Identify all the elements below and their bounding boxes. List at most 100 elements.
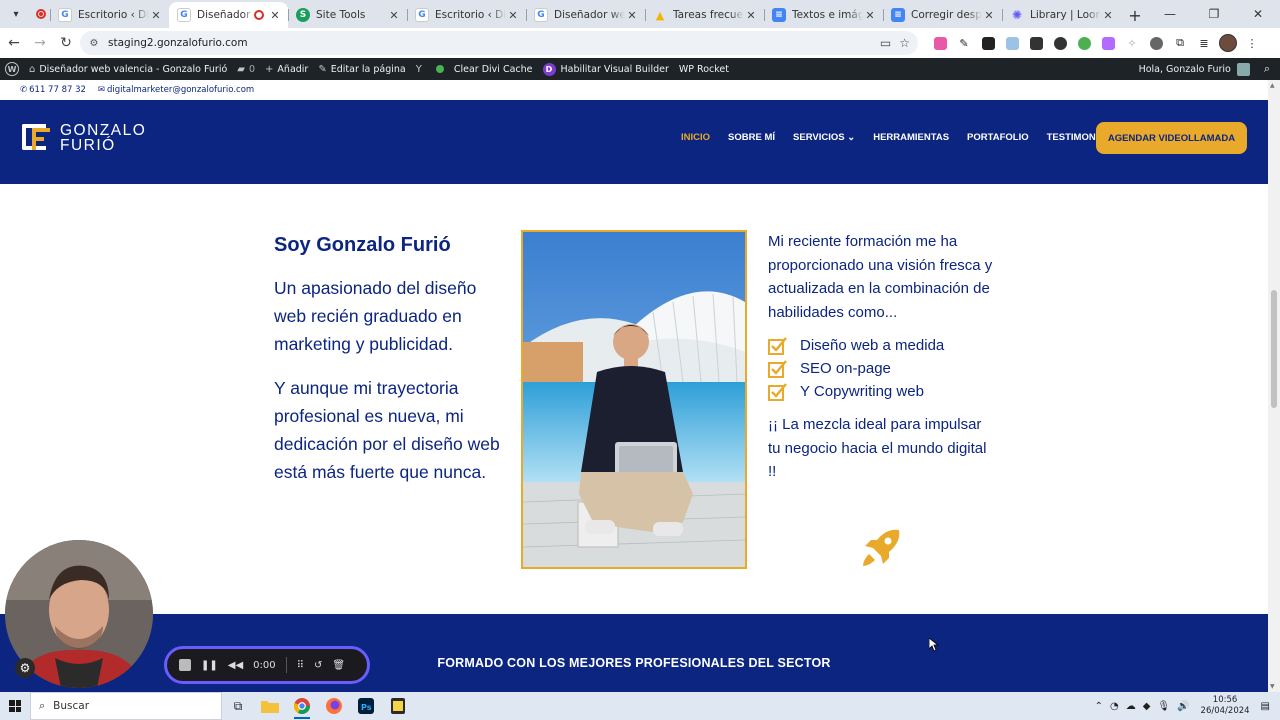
- tab-close-icon[interactable]: ✕: [1101, 9, 1115, 22]
- k-extension-icon[interactable]: [1050, 33, 1070, 53]
- add-new-link[interactable]: + Añadir: [265, 64, 308, 75]
- browser-tab[interactable]: ▲ Tareas frecuentes - Google ✕: [645, 2, 764, 28]
- feather-extension-icon[interactable]: ✧: [1122, 33, 1142, 53]
- nav-item-portafolio[interactable]: PORTAFOLIO: [967, 132, 1029, 143]
- firefox-taskbar-icon[interactable]: [318, 692, 350, 720]
- screen-extension-icon[interactable]: [1002, 33, 1022, 53]
- browser-tab[interactable]: G Escritorio ‹ Diseñador web ✕: [407, 2, 526, 28]
- grid-extension-icon[interactable]: [1146, 33, 1166, 53]
- browser-tab[interactable]: G Escritorio ‹ Diseñador web ✕: [50, 2, 169, 28]
- stop-recording-icon[interactable]: [179, 659, 191, 671]
- browser-tab[interactable]: ✺ Library | Loom ✕: [1002, 2, 1121, 28]
- wp-rocket-link[interactable]: WP Rocket: [679, 64, 729, 75]
- comments-count: 0: [248, 63, 256, 75]
- phone-icon: ✆: [20, 85, 28, 95]
- m-extension-icon[interactable]: [1026, 33, 1046, 53]
- onedrive-icon[interactable]: ☁: [1126, 701, 1136, 712]
- nav-item-inicio[interactable]: INICIO: [681, 132, 710, 143]
- reading-list-icon[interactable]: ≣: [1194, 33, 1214, 53]
- close-window-icon[interactable]: ✕: [1236, 0, 1280, 28]
- puzzle-extensions-icon[interactable]: ⧉: [1170, 33, 1190, 53]
- drag-handle-icon[interactable]: ⠿: [297, 660, 304, 671]
- forward-arrow-icon[interactable]: →: [28, 31, 52, 55]
- admin-search-icon[interactable]: ⌕: [1264, 62, 1270, 76]
- nav-item-sobre-mi[interactable]: SOBRE MÍ: [728, 132, 775, 143]
- profile-avatar-icon[interactable]: [1218, 33, 1238, 53]
- nav-item-herramientas[interactable]: HERRAMIENTAS: [873, 132, 949, 143]
- checkbox-check-icon: [768, 336, 787, 355]
- tab-close-icon[interactable]: ✕: [149, 9, 163, 22]
- eyedropper-extension-icon[interactable]: ✎: [954, 33, 974, 53]
- restart-icon[interactable]: ↺: [314, 660, 322, 671]
- tab-close-icon[interactable]: ✕: [506, 9, 520, 22]
- back-arrow-icon[interactable]: ←: [2, 31, 26, 55]
- task-view-icon[interactable]: ⧉: [222, 692, 254, 720]
- tab-close-icon[interactable]: ✕: [744, 9, 758, 22]
- bookmark-star-icon[interactable]: ☆: [899, 36, 910, 50]
- restore-icon[interactable]: ❐: [1192, 0, 1236, 28]
- volume-icon[interactable]: 🔊: [1177, 701, 1189, 712]
- user-greeting[interactable]: Hola, Gonzalo Furio: [1139, 64, 1231, 75]
- tab-close-icon[interactable]: ✕: [982, 9, 996, 22]
- browser-tab[interactable]: S Site Tools ✕: [288, 2, 407, 28]
- rewind-icon[interactable]: ◀◀: [228, 660, 243, 671]
- page-scrollbar[interactable]: ▲ ▼: [1268, 80, 1280, 692]
- tab-close-icon[interactable]: ✕: [625, 9, 639, 22]
- colorful-extension-icon[interactable]: [1074, 33, 1094, 53]
- taskbar-search-box[interactable]: ⌕ Buscar: [30, 692, 222, 720]
- checkbox-check-icon: [768, 382, 787, 401]
- comments-link[interactable]: ▰ 0: [237, 64, 255, 75]
- tab-close-icon[interactable]: ✕: [387, 9, 401, 22]
- cast-icon[interactable]: ▭: [880, 36, 891, 50]
- file-explorer-icon[interactable]: [254, 692, 286, 720]
- browser-tab[interactable]: G Diseñador web valencia ✕: [526, 2, 645, 28]
- scroll-down-arrow-icon[interactable]: ▼: [1270, 683, 1275, 690]
- browser-tab[interactable]: ≡ Textos e imágenes de la web ✕: [764, 2, 883, 28]
- nav-item-servicios[interactable]: SERVICIOS ⌄: [793, 132, 855, 143]
- edit-page-link[interactable]: ✎ Editar la página: [318, 64, 405, 75]
- photoshop-taskbar-icon[interactable]: Ps: [350, 692, 382, 720]
- about-heading: Soy Gonzalo Furió: [274, 234, 451, 256]
- shield-tray-icon[interactable]: ◆: [1143, 701, 1151, 712]
- network-icon[interactable]: ◔: [1110, 701, 1119, 712]
- user-avatar[interactable]: [1236, 62, 1250, 76]
- site-name-link[interactable]: ⌂ Diseñador web valencia - Gonzalo Furió: [29, 64, 227, 75]
- notifications-icon[interactable]: ▤: [1261, 701, 1270, 712]
- clear-divi-cache-link[interactable]: Clear Divi Cache: [454, 64, 533, 75]
- site-settings-icon[interactable]: ⚙: [86, 35, 102, 51]
- url-text[interactable]: staging2.gonzalofurio.com: [108, 37, 248, 49]
- yoast-seo-link[interactable]: Y: [416, 64, 426, 75]
- chrome-taskbar-icon[interactable]: [286, 692, 318, 720]
- taskbar-clock[interactable]: 10:56 26/04/2024: [1201, 695, 1250, 717]
- browser-tab-active[interactable]: G Diseñador web valencia ✕: [169, 2, 288, 28]
- tab-search-chevron-icon[interactable]: ▾: [4, 2, 28, 26]
- font-extension-icon[interactable]: [978, 33, 998, 53]
- browser-tab[interactable]: ≡ Corregir desplazamiento ✕: [883, 2, 1002, 28]
- phone-contact[interactable]: ✆ 611 77 87 32: [20, 85, 86, 95]
- browser-menu-icon[interactable]: ⋮: [1242, 33, 1262, 53]
- reload-icon[interactable]: ↻: [54, 31, 78, 55]
- address-bar[interactable]: ⚙ staging2.gonzalofurio.com ▭ ☆: [80, 31, 918, 55]
- notes-taskbar-icon[interactable]: [382, 692, 414, 720]
- extension-color-icon[interactable]: [930, 33, 950, 53]
- schedule-video-call-button[interactable]: AGENDAR VIDEOLLAMADA: [1096, 122, 1247, 154]
- scroll-up-arrow-icon[interactable]: ▲: [1270, 82, 1275, 89]
- google-favicon-icon: G: [534, 8, 548, 22]
- pause-icon[interactable]: ❚❚: [201, 660, 218, 671]
- start-button[interactable]: [0, 692, 30, 720]
- purple-extension-icon[interactable]: [1098, 33, 1118, 53]
- visual-builder-link[interactable]: D Habilitar Visual Builder: [542, 62, 669, 76]
- tab-close-icon[interactable]: ✕: [863, 9, 877, 22]
- microphone-icon[interactable]: 🎙: [1157, 701, 1170, 712]
- new-tab-plus-icon[interactable]: +: [1121, 2, 1149, 28]
- trash-icon[interactable]: 🗑: [332, 660, 345, 671]
- scrollbar-thumb[interactable]: [1271, 290, 1277, 408]
- site-logo[interactable]: GONZALO FURIÓ: [22, 122, 146, 154]
- wordpress-logo-icon[interactable]: W: [5, 62, 19, 76]
- tray-overflow-chevron-icon[interactable]: ⌃: [1095, 701, 1103, 712]
- tab-recording-icon: [254, 10, 264, 20]
- email-contact[interactable]: ✉ digitalmarketer@gonzalofurio.com: [98, 85, 254, 95]
- minimize-icon[interactable]: —: [1148, 0, 1192, 28]
- tab-close-icon[interactable]: ✕: [268, 9, 282, 22]
- loom-settings-gear-icon[interactable]: ⚙: [15, 658, 35, 678]
